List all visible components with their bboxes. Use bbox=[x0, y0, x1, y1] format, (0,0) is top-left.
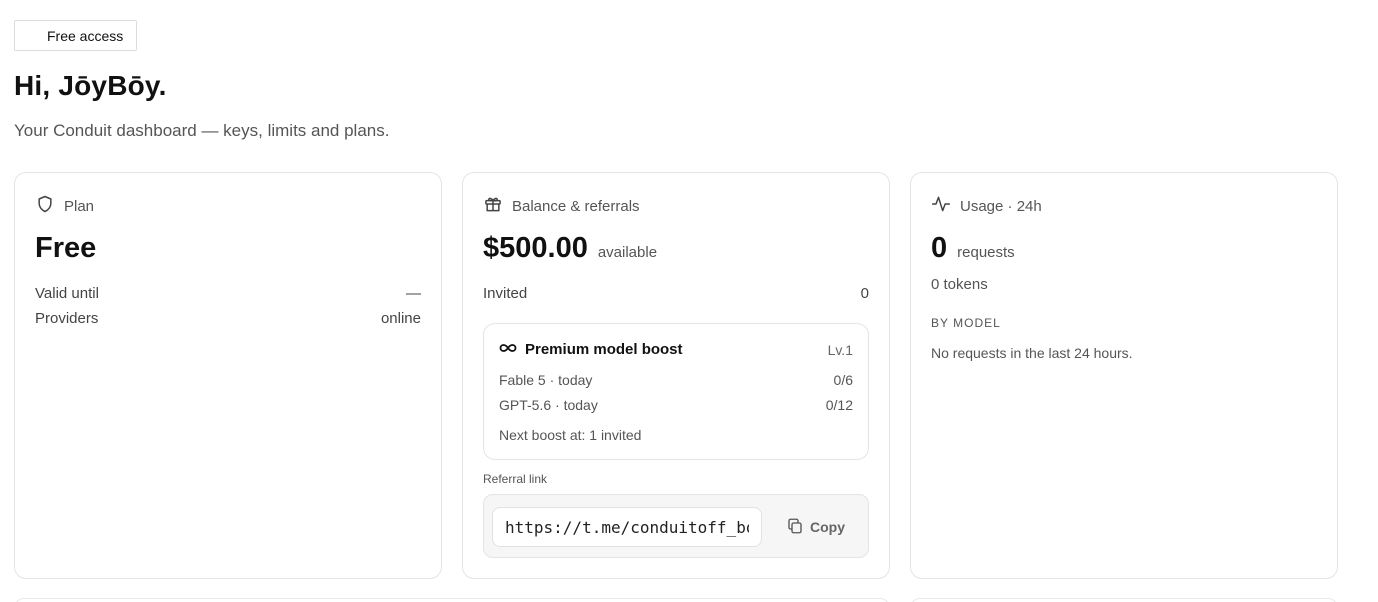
copy-button[interactable]: Copy bbox=[778, 512, 850, 542]
infinity-icon bbox=[499, 341, 517, 358]
providers-value: online bbox=[380, 310, 421, 327]
plan-name: Free bbox=[35, 232, 96, 265]
valid-until-label: Valid until bbox=[35, 285, 99, 302]
gift-icon bbox=[483, 194, 503, 218]
referral-link-input[interactable] bbox=[492, 507, 762, 547]
balance-card: Balance & referrals $500.00 available In… bbox=[462, 172, 890, 579]
invited-label: Invited bbox=[483, 285, 528, 302]
copy-button-label: Copy bbox=[810, 519, 845, 535]
page-subtitle: Your Conduit dashboard — keys, limits an… bbox=[14, 121, 390, 140]
usage-tokens: 0 tokens bbox=[931, 276, 988, 293]
badge-label: Free access bbox=[47, 27, 124, 44]
boost-row-value: 0/6 bbox=[833, 372, 853, 388]
valid-until-value: — bbox=[406, 285, 421, 302]
boost-row-value: 0/12 bbox=[825, 397, 853, 413]
invited-value: 0 bbox=[860, 285, 869, 302]
activity-icon bbox=[931, 194, 951, 218]
next-card-peek bbox=[910, 598, 1338, 602]
boost-level: Lv.1 bbox=[827, 341, 853, 358]
plan-card-header: Plan bbox=[35, 194, 94, 218]
boost-header: Premium model boost Lv.1 bbox=[499, 341, 853, 358]
balance-amount-value: $500.00 bbox=[483, 232, 588, 264]
boost-row-label: Fable 5 · today bbox=[499, 372, 593, 388]
page-title: Hi, JōyBōy. bbox=[14, 70, 167, 101]
usage-card: Usage · 24h 0 requests 0 tokens BY MODEL… bbox=[910, 172, 1338, 579]
boost-row-gpt: GPT-5.6 · today 0/12 bbox=[499, 397, 853, 413]
boost-row-fable: Fable 5 · today 0/6 bbox=[499, 372, 853, 388]
usage-empty-state: No requests in the last 24 hours. bbox=[931, 345, 1133, 361]
boost-next: Next boost at: 1 invited bbox=[499, 427, 853, 443]
copy-icon bbox=[786, 517, 804, 538]
by-model-heading: BY MODEL bbox=[931, 316, 1001, 330]
balance-amount-suffix: available bbox=[597, 244, 658, 261]
boost-next-text: Next boost at: 1 invited bbox=[499, 427, 642, 443]
boost-title: Premium model boost bbox=[525, 341, 683, 358]
invited-row: Invited 0 bbox=[483, 285, 869, 302]
usage-requests-value: 0 bbox=[931, 232, 948, 264]
next-card-peek bbox=[14, 598, 890, 602]
balance-card-title: Balance & referrals bbox=[512, 197, 640, 215]
shield-icon bbox=[35, 194, 55, 218]
valid-until-row: Valid until — bbox=[35, 285, 421, 302]
plan-card-title: Plan bbox=[64, 197, 95, 215]
premium-boost-panel: Premium model boost Lv.1 Fable 5 · today… bbox=[483, 323, 869, 460]
balance-card-header: Balance & referrals bbox=[483, 194, 640, 218]
plan-card: Plan Free Valid until — Providers online bbox=[14, 172, 442, 579]
referral-link-box: Copy bbox=[483, 494, 869, 558]
providers-label: Providers bbox=[35, 310, 99, 327]
referral-link-label: Referral link bbox=[483, 472, 548, 486]
free-access-badge: Free access bbox=[14, 20, 137, 51]
usage-requests: 0 requests bbox=[931, 232, 1015, 265]
usage-card-header: Usage · 24h bbox=[931, 194, 1042, 218]
plan-name-value: Free bbox=[35, 232, 97, 264]
balance-amount: $500.00 available bbox=[483, 232, 657, 265]
usage-card-title: Usage · 24h bbox=[960, 197, 1042, 215]
boost-row-label: GPT-5.6 · today bbox=[499, 397, 598, 413]
usage-requests-suffix: requests bbox=[957, 244, 1015, 261]
providers-row: Providers online bbox=[35, 310, 421, 327]
